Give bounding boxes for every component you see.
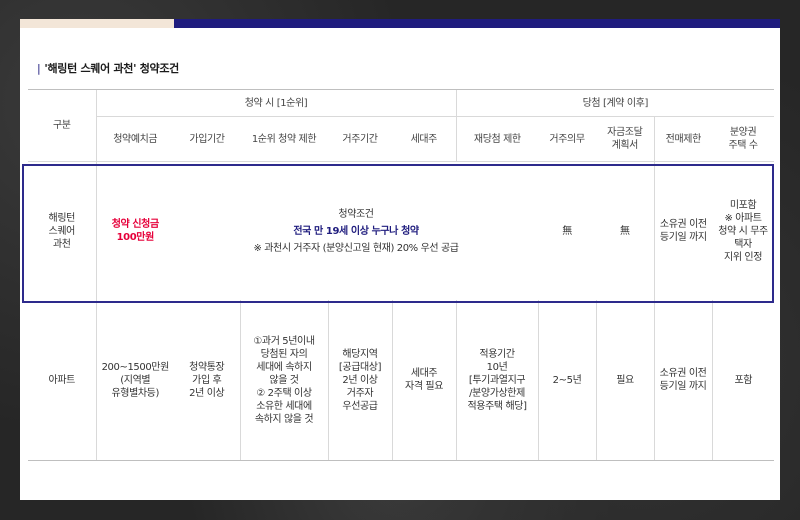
header-funding-plan: 자금조달 계획서 <box>596 116 655 162</box>
section-title: | '해링턴 스퀘어 과천' 청약조건 <box>37 60 179 76</box>
apartment-funding-plan: 필요 <box>595 300 655 461</box>
featured-conditions-title: 청약조건 <box>338 208 374 220</box>
apartment-household-head: 세대주 자격 필요 <box>391 300 457 461</box>
featured-house-count: 미포함 ※ 아파트 청약 시 무주택자 지위 인정 <box>718 199 768 263</box>
header-group-subscription: 청약 시 [1순위] <box>95 89 457 117</box>
header-gubun: 구분 <box>28 89 96 162</box>
header-first-rank-restriction: 1순위 청약 제한 <box>240 116 328 162</box>
header-join-period: 가입기간 <box>174 116 240 162</box>
content-card: | '해링턴 스퀘어 과천' 청약조건 구분 청약 시 [1순위] 당첨 [계약 … <box>20 19 780 500</box>
section-title-text: '해링턴 스퀘어 과천' 청약조건 <box>44 62 179 75</box>
table-row-apartment: 아파트 200~1500만원 (지역별 유형별차등) 청약통장 가입 후 2년 … <box>28 300 775 461</box>
apartment-resale-restriction: 소유권 이전 등기일 까지 <box>653 300 713 461</box>
featured-conditions: 청약조건 전국 만 19세 이상 누구나 청약 ※ 과천시 거주자 (분양신고일… <box>174 162 538 301</box>
table-row-featured: 해링턴 스퀘어 과천 청약 신청금 100만원 청약조건 전국 만 19세 이상… <box>28 161 774 301</box>
accent-segment-beige <box>20 19 174 28</box>
featured-conditions-note: ※ 과천시 거주자 (분양신고일 현재) 20% 우선 공급 <box>253 242 459 254</box>
featured-deposit-amount: 100만원 <box>116 232 155 243</box>
header-resale-restriction: 전매제한 <box>653 116 713 162</box>
featured-funding-plan: 無 <box>619 225 630 237</box>
apartment-first-rank-restriction: ①과거 5년이내 당첨된 자의 세대에 속하지 않을 것 ② 2주택 이상 소유… <box>239 300 328 461</box>
header-household-head: 세대주 <box>392 116 457 162</box>
featured-resale-restriction: 소유권 이전 등기일 까지 <box>653 161 713 300</box>
header-residence-obligation: 거주의무 <box>538 116 597 162</box>
header-rewin-restriction: 재당첨 제한 <box>455 116 539 162</box>
featured-conditions-main: 전국 만 19세 이상 누구나 청약 <box>293 225 419 237</box>
apartment-residence-obligation: 2~5년 <box>537 300 597 461</box>
header-residence-period: 거주기간 <box>328 116 392 162</box>
apartment-name: 아파트 <box>28 300 96 461</box>
featured-residence-obligation: 無 <box>562 225 572 237</box>
featured-name: 해링턴 스퀘어 과천 <box>48 212 76 250</box>
header-group-winning: 당첨 [계약 이후] <box>455 89 775 117</box>
header-house-count: 분양권 주택 수 <box>712 116 775 162</box>
apartment-house-count: 포함 <box>711 300 775 461</box>
header-deposit: 청약예치금 <box>95 116 174 162</box>
apartment-rewin-restriction: 적용기간 10년 [투기과열지구 /분양가상한제 적용주택 해당] <box>455 300 539 461</box>
featured-deposit-label: 청약 신청금 <box>111 219 159 230</box>
apartment-join-period: 청약통장 가입 후 2년 이상 <box>174 300 240 461</box>
apartment-deposit: 200~1500만원 (지역별 유형별차등) <box>95 300 174 461</box>
title-marker: | <box>37 62 41 75</box>
featured-deposit: 청약 신청금 100만원 <box>95 161 174 300</box>
accent-segment-navy <box>174 19 780 28</box>
apartment-residence-period: 해당지역 [공급대상] 2년 이상 거주자 우선공급 <box>327 300 392 461</box>
subscription-conditions-table: 구분 청약 시 [1순위] 당첨 [계약 이후] 청약예치금 가입기간 1순위 … <box>28 89 775 461</box>
top-accent-bar <box>20 19 780 28</box>
